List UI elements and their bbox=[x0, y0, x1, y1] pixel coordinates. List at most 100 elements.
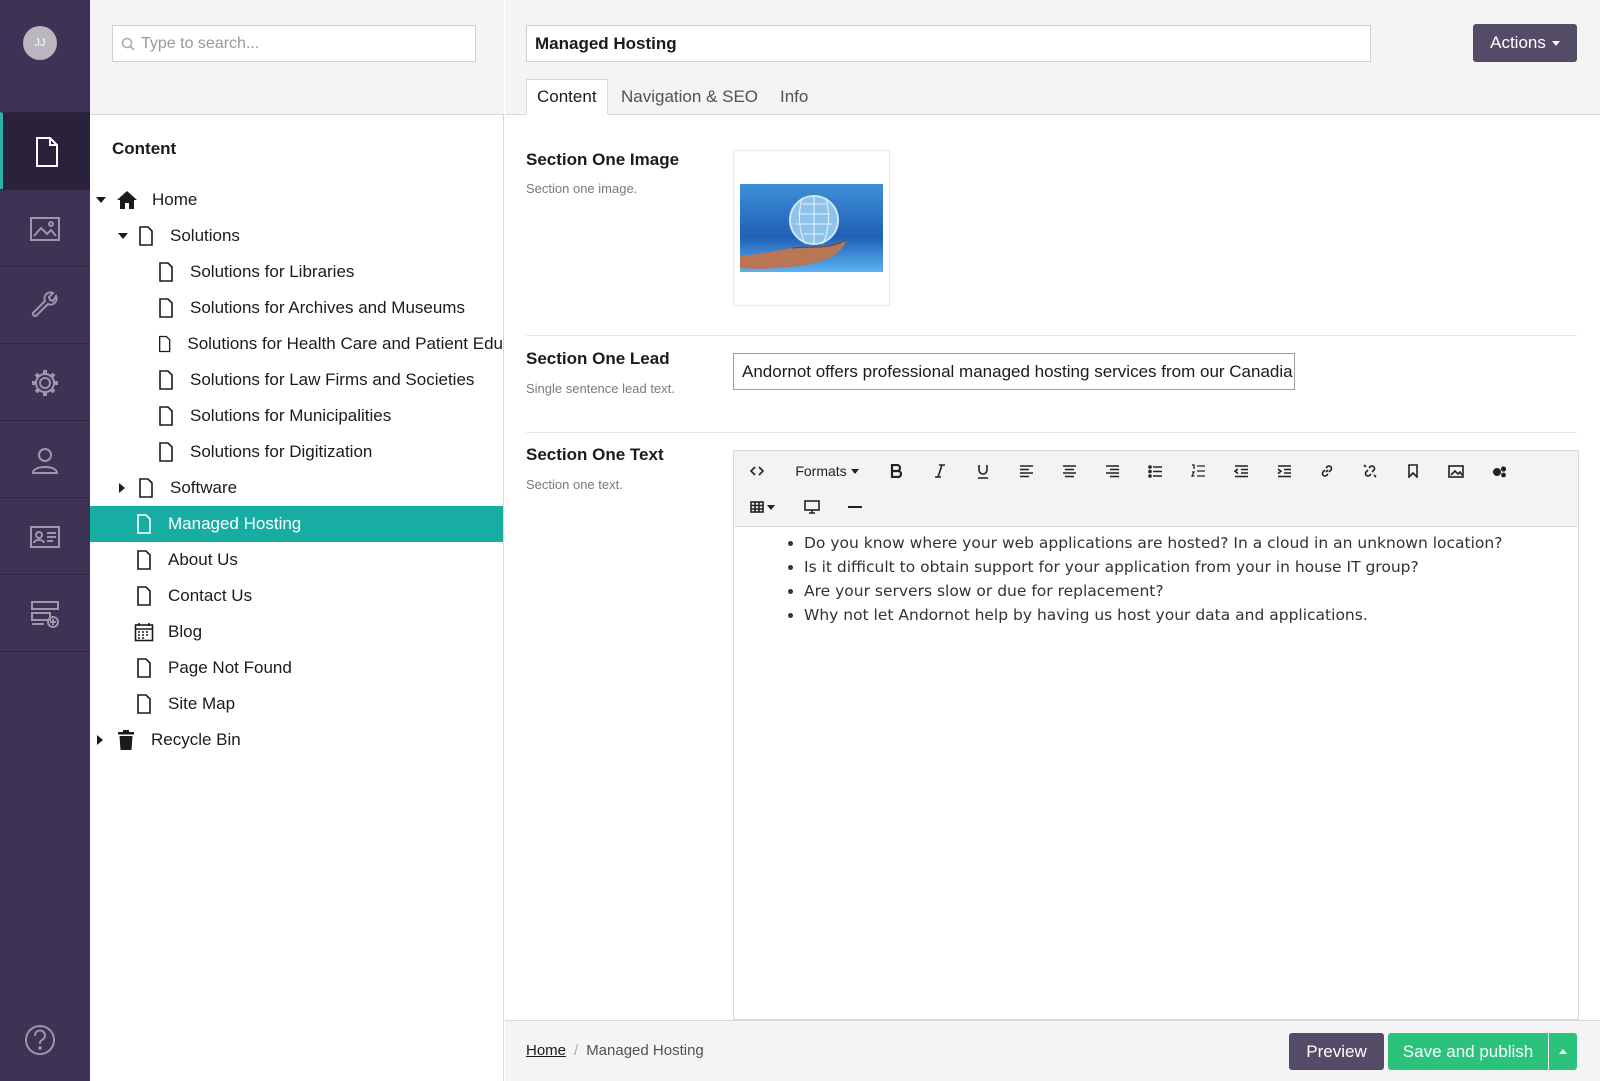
list-item: Is it difficult to obtain support for yo… bbox=[804, 555, 1578, 579]
remove-link-button[interactable] bbox=[1352, 454, 1388, 488]
align-left-button[interactable] bbox=[1008, 454, 1044, 488]
tree-item-page-not-found[interactable]: Page Not Found bbox=[90, 650, 503, 686]
cogs-icon bbox=[1492, 465, 1507, 477]
editor-footer: Home / Managed Hosting Preview Save and … bbox=[505, 1020, 1600, 1081]
tree-item-solutions-health[interactable]: Solutions for Health Care and Patient Ed… bbox=[90, 326, 503, 362]
tree-item-solutions-municipalities[interactable]: Solutions for Municipalities bbox=[90, 398, 503, 434]
node-name-input[interactable] bbox=[526, 25, 1371, 62]
tree-item-solutions-law[interactable]: Solutions for Law Firms and Societies bbox=[90, 362, 503, 398]
caret-down-icon[interactable] bbox=[96, 197, 106, 203]
tree-item-recycle-bin[interactable]: Recycle Bin bbox=[90, 722, 503, 758]
publish-options-button[interactable] bbox=[1549, 1033, 1577, 1070]
nav-item-settings[interactable] bbox=[0, 266, 90, 344]
insert-macro-button[interactable] bbox=[1481, 454, 1517, 488]
breadcrumb-home-link[interactable]: Home bbox=[526, 1042, 566, 1059]
caret-right-icon[interactable] bbox=[119, 483, 125, 493]
nav-item-developer[interactable] bbox=[0, 343, 90, 421]
save-and-publish-button[interactable]: Save and publish bbox=[1388, 1033, 1548, 1070]
tree-item-software[interactable]: Software bbox=[90, 470, 503, 506]
tree-item-blog[interactable]: Blog bbox=[90, 614, 503, 650]
search-box[interactable] bbox=[112, 25, 476, 62]
nav-item-members[interactable] bbox=[0, 497, 90, 575]
tree-item-home[interactable]: Home bbox=[90, 182, 503, 218]
tree-item-contact-us[interactable]: Contact Us bbox=[90, 578, 503, 614]
section-one-image-thumbnail[interactable] bbox=[740, 184, 883, 272]
id-card-icon bbox=[30, 525, 60, 548]
search-icon bbox=[121, 37, 135, 51]
numbered-list-icon bbox=[1190, 464, 1205, 477]
align-right-button[interactable] bbox=[1094, 454, 1130, 488]
chevron-up-icon bbox=[1559, 1049, 1567, 1054]
document-icon bbox=[137, 694, 151, 714]
bullet-list: Do you know where your web applications … bbox=[804, 531, 1578, 627]
document-icon bbox=[139, 478, 153, 498]
outdent-button[interactable] bbox=[1223, 454, 1259, 488]
caret-down-icon[interactable] bbox=[118, 233, 128, 239]
image-icon bbox=[30, 216, 60, 241]
embed-media-button[interactable] bbox=[794, 490, 830, 524]
indent-button[interactable] bbox=[1266, 454, 1302, 488]
nav-item-forms[interactable] bbox=[0, 574, 90, 652]
chevron-down-icon bbox=[850, 468, 859, 474]
bullet-list-button[interactable] bbox=[1137, 454, 1173, 488]
unlink-icon bbox=[1363, 464, 1377, 478]
tree-item-solutions[interactable]: Solutions bbox=[90, 218, 503, 254]
breadcrumb-current: Managed Hosting bbox=[586, 1042, 704, 1059]
table-dropdown[interactable] bbox=[740, 490, 784, 524]
trash-icon bbox=[118, 730, 134, 750]
chevron-down-icon bbox=[1551, 40, 1560, 46]
tab-content[interactable]: Content bbox=[526, 79, 608, 115]
tree-item-label: Recycle Bin bbox=[151, 730, 241, 749]
insert-link-button[interactable] bbox=[1309, 454, 1345, 488]
tab-navigation-seo[interactable]: Navigation & SEO bbox=[621, 79, 758, 115]
tree-item-about-us[interactable]: About Us bbox=[90, 542, 503, 578]
user-icon bbox=[31, 447, 59, 474]
wrench-icon bbox=[31, 290, 58, 317]
tree-item-solutions-archives[interactable]: Solutions for Archives and Museums bbox=[90, 290, 503, 326]
form-add-icon bbox=[31, 600, 59, 628]
source-code-button[interactable] bbox=[740, 454, 774, 488]
document-icon bbox=[159, 262, 173, 282]
tree-item-solutions-digitization[interactable]: Solutions for Digitization bbox=[90, 434, 503, 470]
numbered-list-button[interactable] bbox=[1180, 454, 1216, 488]
tab-label: Content bbox=[537, 87, 597, 106]
tree-item-label: Solutions for Law Firms and Societies bbox=[190, 370, 475, 389]
gear-icon bbox=[32, 369, 58, 396]
image-picker[interactable] bbox=[733, 150, 890, 306]
italic-button[interactable] bbox=[922, 454, 958, 488]
tab-info[interactable]: Info bbox=[780, 79, 808, 115]
nav-item-content[interactable] bbox=[0, 112, 90, 190]
actions-button[interactable]: Actions bbox=[1473, 24, 1577, 62]
section-one-lead-input[interactable] bbox=[733, 353, 1295, 390]
anchor-button[interactable] bbox=[1395, 454, 1431, 488]
rte-content-area[interactable]: Do you know where your web applications … bbox=[734, 527, 1578, 1019]
underline-button[interactable] bbox=[965, 454, 1001, 488]
nav-item-users[interactable] bbox=[0, 420, 90, 498]
nav-divider bbox=[0, 651, 90, 652]
caret-right-icon[interactable] bbox=[97, 735, 103, 745]
tree-item-managed-hosting[interactable]: Managed Hosting bbox=[90, 506, 503, 542]
horizontal-rule-button[interactable] bbox=[837, 490, 873, 524]
link-icon bbox=[1321, 465, 1333, 477]
tree-item-site-map[interactable]: Site Map bbox=[90, 686, 503, 722]
tree-item-label: Solutions for Digitization bbox=[190, 442, 373, 461]
tree-item-label: Managed Hosting bbox=[168, 514, 302, 533]
bookmark-icon bbox=[1408, 464, 1418, 478]
preview-button[interactable]: Preview bbox=[1289, 1033, 1384, 1070]
nav-item-media[interactable] bbox=[0, 189, 90, 267]
bold-button[interactable] bbox=[878, 454, 914, 488]
document-icon bbox=[137, 586, 151, 606]
insert-image-button[interactable] bbox=[1438, 454, 1474, 488]
tree-item-label: Solutions for Municipalities bbox=[190, 406, 392, 425]
search-input[interactable] bbox=[141, 34, 461, 53]
align-right-icon bbox=[1105, 464, 1119, 477]
section-one-image-label: Section One Image bbox=[526, 150, 680, 169]
table-icon bbox=[749, 501, 764, 513]
breadcrumb-separator: / bbox=[574, 1042, 579, 1059]
help-icon[interactable] bbox=[24, 1024, 56, 1061]
tree-item-solutions-libraries[interactable]: Solutions for Libraries bbox=[90, 254, 503, 290]
formats-dropdown[interactable]: Formats bbox=[784, 454, 870, 488]
avatar[interactable]: JJ bbox=[23, 26, 57, 60]
align-left-icon bbox=[1019, 464, 1033, 477]
align-center-button[interactable] bbox=[1051, 454, 1087, 488]
